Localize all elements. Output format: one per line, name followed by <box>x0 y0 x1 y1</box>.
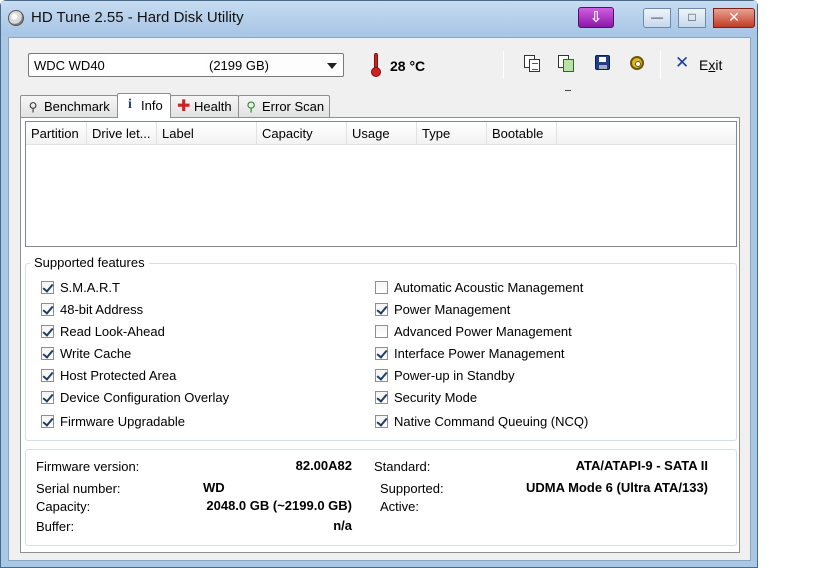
drive-details-group: Firmware version: 82.00A82 Serial number… <box>25 449 737 546</box>
feature-label: Power-up in Standby <box>394 368 515 383</box>
drive-capacity: (2199 GB) <box>209 58 269 73</box>
temperature-readout: 28 °C <box>390 58 426 74</box>
checkbox[interactable] <box>41 347 54 360</box>
feature-label: Security Mode <box>394 390 478 405</box>
tab-label: Health <box>194 99 232 114</box>
exit-label-post: it <box>715 57 723 73</box>
supported-label: Supported: <box>380 481 444 496</box>
tab-label: Benchmark <box>44 99 110 114</box>
partition-list-header: Partition Drive let... Label Capacity Us… <box>26 122 736 145</box>
error-scan-icon: ⚲ <box>246 99 256 114</box>
checkbox[interactable] <box>41 325 54 338</box>
toolbar-marker <box>565 90 571 91</box>
column-header-type[interactable]: Type <box>417 122 487 145</box>
feature-label: Firmware Upgradable <box>60 414 185 429</box>
checkbox[interactable] <box>375 347 388 360</box>
supported-value: UDMA Mode 6 (Ultra ATA/133) <box>525 480 708 495</box>
health-icon: ✚ <box>177 98 191 115</box>
feature-label: Automatic Acoustic Management <box>394 280 584 295</box>
checkbox[interactable] <box>41 415 54 428</box>
save-icon[interactable] <box>593 54 611 72</box>
title-bar[interactable]: HD Tune 2.55 - Hard Disk Utility ⇩ — □ ✕ <box>1 1 757 35</box>
toolbar-separator <box>503 51 504 79</box>
thermometer-icon <box>370 53 382 77</box>
feature-label: Advanced Power Management <box>394 324 572 339</box>
column-header-bootable[interactable]: Bootable <box>487 122 557 145</box>
maximize-button[interactable]: □ <box>678 8 706 28</box>
checkbox[interactable] <box>375 369 388 382</box>
feature-label: Power Management <box>394 302 511 317</box>
checkbox[interactable] <box>41 281 54 294</box>
copy-text-icon[interactable] <box>523 54 541 72</box>
firmware-value: 82.00A82 <box>295 458 352 473</box>
standard-label: Standard: <box>374 459 431 474</box>
checkbox[interactable] <box>375 391 388 404</box>
feature-label: Device Configuration Overlay <box>60 390 230 405</box>
feature-label: Host Protected Area <box>60 368 177 383</box>
redacted-area <box>107 55 207 75</box>
desktop-background <box>758 0 838 568</box>
checkbox[interactable] <box>41 303 54 316</box>
info-panel: Partition Drive let... Label Capacity Us… <box>20 117 740 553</box>
tab-health[interactable]: ✚ Health <box>170 95 239 117</box>
copy-screenshot-icon[interactable] <box>557 54 575 72</box>
benchmark-icon: ⚲ <box>28 100 38 114</box>
close-button[interactable]: ✕ <box>713 8 755 28</box>
client-area: WDC WD40 (2199 GB) 28 °C ✕ Exit ⚲ Benchm… <box>8 37 751 561</box>
buffer-value: n/a <box>333 518 352 533</box>
column-header-drive-letter[interactable]: Drive let... <box>87 122 157 145</box>
window-title: HD Tune 2.55 - Hard Disk Utility <box>31 9 244 26</box>
checkbox[interactable] <box>375 415 388 428</box>
feature-label: 48-bit Address <box>60 302 144 317</box>
feature-label: Interface Power Management <box>394 346 565 361</box>
standard-value: ATA/ATAPI-9 - SATA II <box>575 458 708 473</box>
feature-label: S.M.A.R.T <box>60 280 120 295</box>
tab-benchmark[interactable]: ⚲ Benchmark <box>20 95 118 117</box>
feature-label: Native Command Queuing (NCQ) <box>394 414 589 429</box>
drive-select[interactable]: WDC WD40 (2199 GB) <box>28 53 344 77</box>
exit-icon[interactable]: ✕ <box>675 53 689 73</box>
buffer-label: Buffer: <box>36 519 75 534</box>
checkbox[interactable] <box>41 369 54 382</box>
drive-name: WDC WD40 <box>34 58 105 73</box>
column-header-partition[interactable]: Partition <box>26 122 87 145</box>
column-header-label[interactable]: Label <box>157 122 257 145</box>
exit-label-pre: E <box>699 57 709 73</box>
toolbar-separator <box>660 51 661 79</box>
partition-list[interactable]: Partition Drive let... Label Capacity Us… <box>25 121 737 247</box>
app-disk-icon[interactable] <box>8 10 24 26</box>
options-icon[interactable] <box>628 54 646 72</box>
tab-label: Error Scan <box>262 99 325 114</box>
chevron-down-icon[interactable] <box>327 63 337 69</box>
capacity-value: 2048.0 GB (~2199.0 GB) <box>206 498 352 513</box>
checkbox[interactable] <box>375 325 388 338</box>
checkbox[interactable] <box>41 391 54 404</box>
column-header-usage[interactable]: Usage <box>347 122 417 145</box>
capacity-label: Capacity: <box>36 499 91 514</box>
exit-button[interactable]: Exit <box>699 57 722 73</box>
supported-features-group: Supported features S.M.A.R.T 48-bit Addr… <box>25 255 737 441</box>
firmware-label: Firmware version: <box>36 459 140 474</box>
tab-error-scan[interactable]: ⚲ Error Scan <box>238 95 330 117</box>
serial-value: WD <box>203 480 225 495</box>
checkbox[interactable] <box>375 303 388 316</box>
feature-label: Read Look-Ahead <box>60 324 165 339</box>
checkbox[interactable] <box>375 281 388 294</box>
tab-info[interactable]: i Info <box>117 93 171 118</box>
main-window: HD Tune 2.55 - Hard Disk Utility ⇩ — □ ✕… <box>0 0 758 568</box>
feature-label: Write Cache <box>60 346 132 361</box>
info-icon: i <box>128 97 132 112</box>
serial-label: Serial number: <box>36 481 121 496</box>
tab-label: Info <box>141 98 163 113</box>
column-header-capacity[interactable]: Capacity <box>257 122 347 145</box>
download-arrow-icon[interactable]: ⇩ <box>578 7 614 28</box>
minimize-button[interactable]: — <box>643 8 671 28</box>
group-title: Supported features <box>30 255 149 270</box>
active-label: Active: <box>380 499 420 514</box>
